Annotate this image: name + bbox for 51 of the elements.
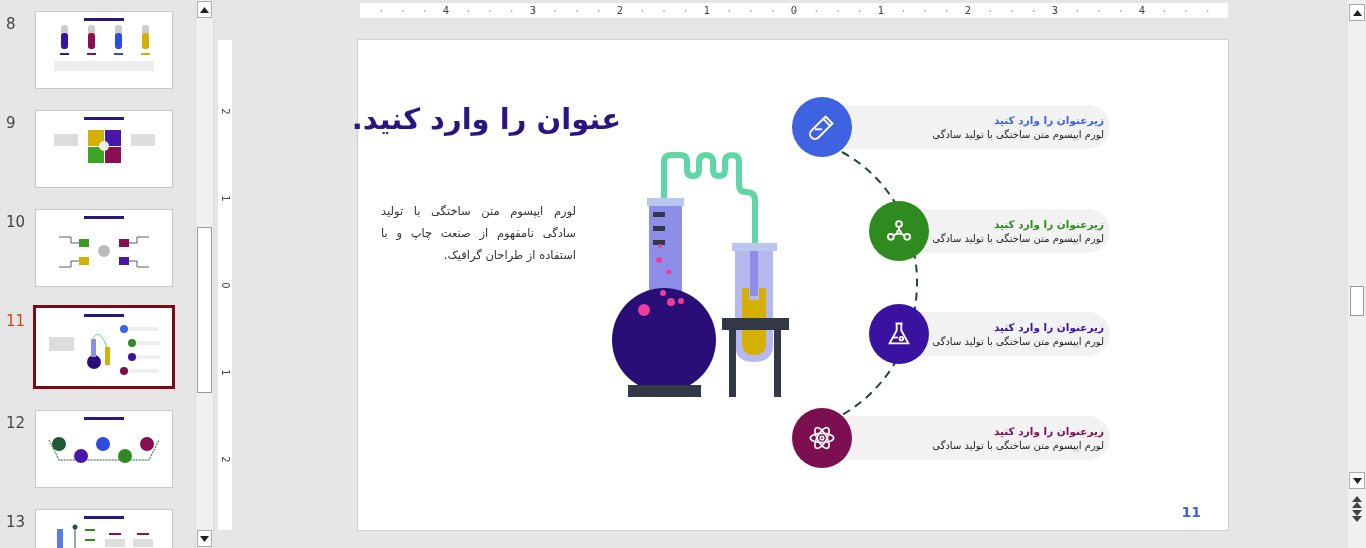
- ruler-number: 1: [876, 4, 886, 18]
- ruler-number: 2: [615, 4, 625, 18]
- scroll-up-button[interactable]: [197, 1, 212, 18]
- ruler-number: 3: [528, 4, 538, 18]
- scroll-up-icon: [200, 6, 209, 13]
- scrollbar-thumb[interactable]: [197, 227, 212, 393]
- item-subtitle: زیرعنوان را وارد کنید: [993, 424, 1104, 437]
- ruler-number: 0: [218, 281, 232, 289]
- slide-number: 10: [5, 213, 27, 231]
- previous-slide-icon[interactable]: [1352, 496, 1362, 508]
- scroll-up-icon: [1352, 9, 1362, 16]
- item-subtitle: زیرعنوان را وارد کنید: [993, 114, 1104, 126]
- thumbnail-title-drawing: [84, 516, 124, 519]
- item-text: لورم ایپسوم متن ساختگی با تولید سادگی: [932, 129, 1104, 140]
- item-text: لورم ایپسوم متن ساختگی با تولید سادگی: [932, 336, 1104, 347]
- item-text: لورم ایپسوم متن ساختگی با تولید سادگی: [932, 232, 1104, 244]
- ruler-number: 1: [218, 194, 232, 202]
- scroll-down-icon: [200, 535, 209, 542]
- ruler-number: 0: [789, 4, 799, 18]
- slide-number: 12: [5, 414, 27, 432]
- ruler-number: 3: [1050, 4, 1060, 18]
- body-paragraph: لورم ایپسوم متن ساختگی با تولید سادگی نامفهوم از صنعت چاپ و با استفاده از طراحان گرافیک.: [381, 203, 576, 264]
- ruler-number: 1: [218, 368, 232, 376]
- item-subtitle: زیرعنوان را وارد کنید: [993, 217, 1104, 230]
- slide-number: 13: [5, 513, 27, 531]
- slide-number: 8: [5, 15, 17, 33]
- ruler-number: 4: [441, 4, 451, 18]
- test-tube-icon: [808, 113, 836, 141]
- slide-number: 11: [5, 312, 27, 330]
- scroll-down-icon: [1352, 477, 1362, 484]
- item-subtitle: زیرعنوان را وارد کنید: [993, 321, 1104, 333]
- scroll-up-button[interactable]: [1349, 4, 1365, 21]
- item-text: لورم ایپسوم متن ساختگی با تولید سادگی: [932, 439, 1104, 451]
- scrollbar-thumb[interactable]: [1350, 286, 1364, 316]
- next-slide-icon[interactable]: [1352, 510, 1362, 522]
- scroll-down-button[interactable]: [1349, 472, 1365, 489]
- ruler-number: 2: [963, 4, 973, 18]
- ruler-number: 2: [218, 107, 232, 115]
- thumbnail-title-drawing: [84, 417, 124, 420]
- page-number: 11: [1181, 504, 1201, 520]
- thumbnail-title-drawing: [84, 216, 124, 219]
- scroll-down-button[interactable]: [197, 530, 212, 547]
- slide-thumbnail[interactable]: [33, 305, 175, 389]
- ruler-number: 2: [218, 455, 232, 463]
- ruler-number: 1: [702, 4, 712, 18]
- slide-number: 9: [5, 114, 17, 132]
- thumbnail-title-drawing: [84, 18, 124, 21]
- thumbnail-title-drawing: [84, 117, 124, 120]
- ruler-number: 4: [1137, 4, 1147, 18]
- slide-title: عنوان را وارد کنید.: [351, 102, 621, 136]
- thumbnail-title-drawing: [84, 314, 124, 317]
